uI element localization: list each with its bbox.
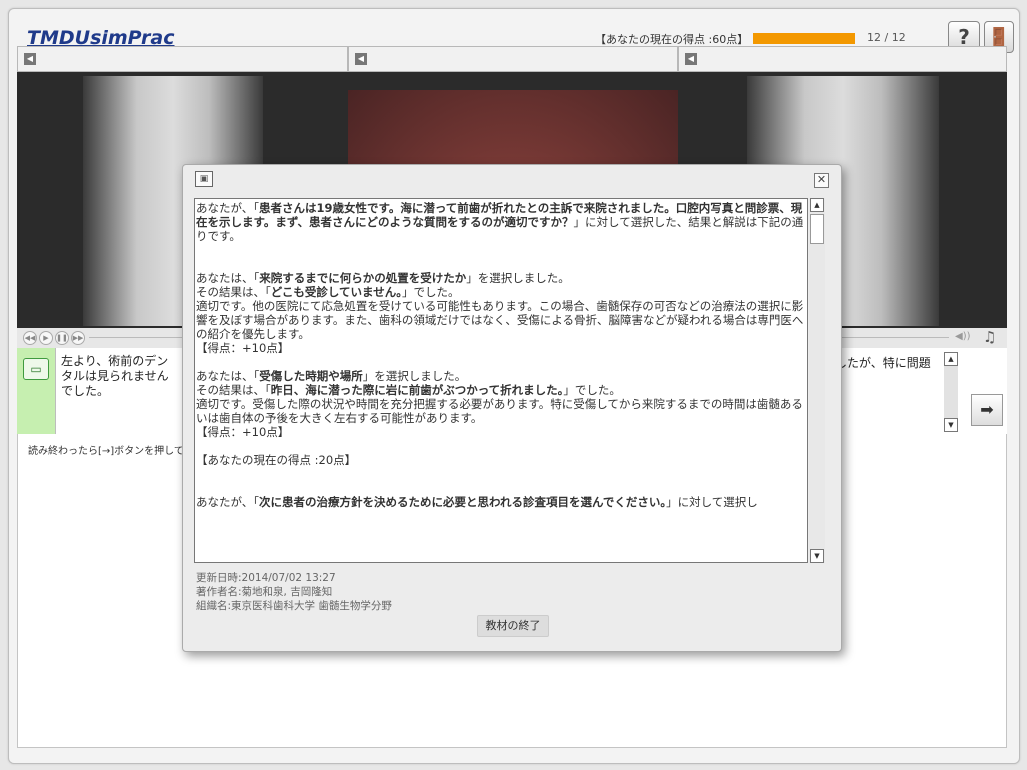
scroll-down-icon[interactable]: ▼ — [810, 549, 824, 563]
close-icon[interactable]: ✕ — [814, 173, 829, 188]
info-icon-cell: ▭ — [17, 348, 56, 434]
meta-info: 更新日時:2014/07/02 13:27 著作者名:菊地和泉, 吉岡隆知 組織… — [196, 571, 392, 613]
explanation-text: 適切です。他の医院にて応急処置を受けている可能性もあります。この場合、歯髄保存の… — [196, 299, 804, 341]
play-icon[interactable]: ▶ — [39, 331, 53, 345]
pane-collapse-icon[interactable]: ◀ — [355, 53, 367, 65]
prompt-paragraph: あなたが、「患者さんは19歳女性です。海に潜って前歯が折れたとの主訴で来院されま… — [196, 201, 804, 243]
progress-bar — [753, 33, 855, 44]
question-counter: 12 / 12 — [867, 31, 906, 44]
dialog-content: あなたが、「患者さんは19歳女性です。海に潜って前歯が折れたとの主訴で来院されま… — [194, 198, 808, 563]
updated-date: 更新日時:2014/07/02 13:27 — [196, 572, 336, 584]
info-text-left: 左より、術前のデンタルは見られませんでした。 — [61, 354, 169, 398]
author-names: 著作者名:菊地和泉, 吉岡隆知 — [196, 586, 333, 598]
result-dialog: ▣ ✕ あなたが、「患者さんは19歳女性です。海に潜って前歯が折れたとの主訴で来… — [182, 164, 842, 652]
pane-toolbar-1: ◀ — [17, 46, 348, 72]
score-line: 【得点：+10点】 — [196, 425, 290, 439]
end-material-button[interactable]: 教材の終了 — [477, 615, 549, 637]
music-note-icon[interactable]: ♫ — [983, 328, 996, 346]
info-scrollbar[interactable]: ▲ ▼ — [944, 352, 958, 432]
answer-line: あなたは、「来院するまでに何らかの処置を受けたか」を選択しました。 — [196, 271, 570, 285]
forward-icon[interactable]: ▶▶ — [71, 331, 85, 345]
arrow-right-icon: ➡ — [980, 400, 994, 419]
rewind-icon[interactable]: ◀◀ — [23, 331, 37, 345]
pane-toolbar-3: ◀ — [678, 46, 1007, 72]
dialog-scrollbar[interactable]: ▲ ▼ — [809, 198, 825, 563]
scroll-thumb[interactable] — [810, 214, 824, 244]
current-score-line: 【あなたの現在の得点 :20点】 — [196, 453, 357, 467]
answer-line: あなたは、「受傷した時期や場所」を選択しました。 — [196, 369, 467, 383]
score-line: 【得点：+10点】 — [196, 341, 290, 355]
exit-door-icon: 🚪 — [987, 26, 1011, 48]
scroll-down-icon[interactable]: ▼ — [944, 418, 958, 432]
next-button[interactable]: ➡ — [971, 394, 1003, 426]
note-icon: ▭ — [23, 358, 49, 380]
pause-icon[interactable]: ❚❚ — [55, 331, 69, 345]
scroll-up-icon[interactable]: ▲ — [944, 352, 958, 366]
instruction-text: 読み終わったら[→]ボタンを押して — [28, 446, 184, 457]
volume-icon[interactable]: ◀)) — [955, 331, 971, 342]
pane-collapse-icon[interactable]: ◀ — [24, 53, 36, 65]
organization-name: 組織名:東京医科歯科大学 歯髄生物学分野 — [196, 600, 392, 612]
result-line: その結果は、「昨日、海に潜った際に岩に前歯がぶつかって折れました。」でした。 — [196, 383, 621, 397]
prompt-paragraph: あなたが、「次に患者の治療方針を決めるために必要と思われる診査項目を選んでくださ… — [196, 495, 758, 509]
pane-collapse-icon[interactable]: ◀ — [685, 53, 697, 65]
scroll-up-icon[interactable]: ▲ — [810, 198, 824, 212]
result-line: その結果は、「どこも受診していません。」でした。 — [196, 285, 460, 299]
window-icon: ▣ — [195, 171, 213, 187]
info-text-right: したが、特に問題 — [835, 356, 931, 370]
progress-fill — [753, 33, 855, 44]
explanation-text: 適切です。受傷した際の状況や時間を充分把握する必要があります。特に受傷してから来… — [196, 397, 803, 425]
pane-toolbar-2: ◀ — [348, 46, 678, 72]
current-score: 【あなたの現在の得点 :60点】 — [595, 33, 749, 46]
